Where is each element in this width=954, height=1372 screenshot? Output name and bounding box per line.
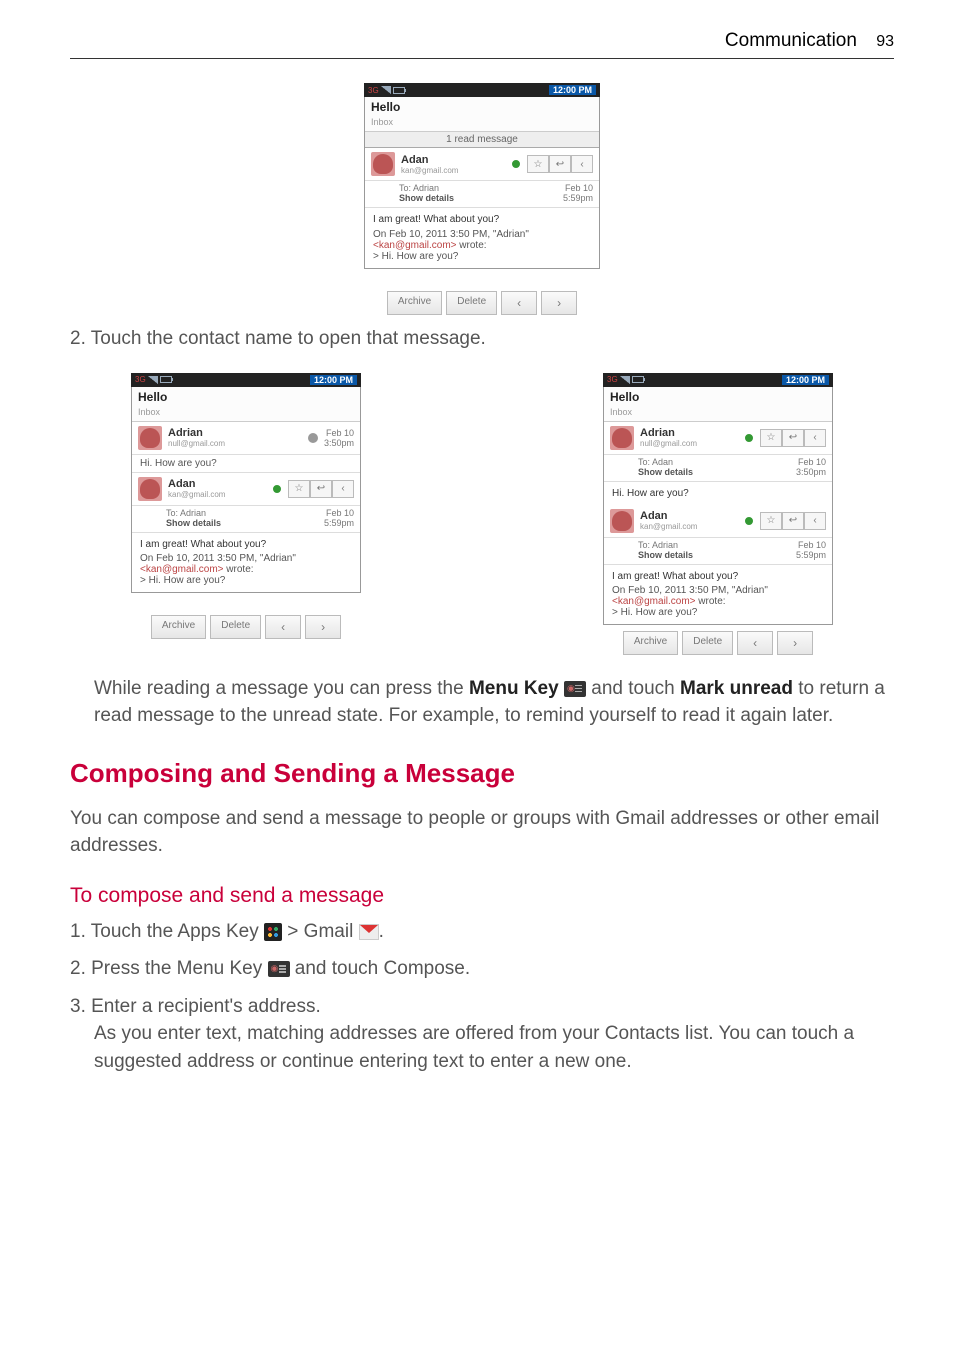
status-bar: 3G 12:00 PM bbox=[364, 83, 600, 97]
compose-step-1: 1. Touch the Apps Key > Gmail . bbox=[70, 918, 894, 946]
page-number: 93 bbox=[876, 33, 894, 50]
avatar bbox=[371, 152, 395, 176]
composing-intro: You can compose and send a message to pe… bbox=[70, 805, 894, 860]
screenshot-thread-list: 3G12:00 PM HelloInbox Adriannull@gmail.c… bbox=[131, 373, 361, 655]
more-button[interactable]: ‹ bbox=[571, 155, 593, 173]
page-header: Communication 93 bbox=[70, 30, 894, 59]
sender-row[interactable]: Adan kan@gmail.com ☆ ↩ ‹ bbox=[365, 148, 599, 181]
next-button[interactable]: › bbox=[541, 291, 577, 315]
screenshot-thread-expanded: 3G12:00 PM HelloInbox Adriannull@gmail.c… bbox=[603, 373, 833, 655]
email-subject: Hello Inbox bbox=[365, 97, 599, 132]
read-count-tab[interactable]: 1 read message bbox=[365, 132, 599, 148]
to-row[interactable]: To: AdrianShow details Feb 105:59pm bbox=[365, 181, 599, 208]
presence-icon bbox=[511, 159, 521, 169]
bottom-bar-detached: Archive Delete ‹ › bbox=[364, 291, 600, 315]
mark-unread-paragraph: While reading a message you can press th… bbox=[94, 675, 894, 730]
prev-button[interactable]: ‹ bbox=[501, 291, 537, 315]
delete-button[interactable]: Delete bbox=[446, 291, 497, 315]
expanded-adrian[interactable]: Adriannull@gmail.com ☆ ↩ ‹ bbox=[604, 422, 832, 455]
section-title: Communication bbox=[725, 30, 857, 51]
apps-key-icon bbox=[264, 923, 282, 941]
message-body: I am great! What about you? On Feb 10, 2… bbox=[365, 208, 599, 268]
screenshot-message-view: 3G 12:00 PM Hello Inbox 1 read message A… bbox=[364, 83, 600, 269]
reply-button[interactable]: ↩ bbox=[549, 155, 571, 173]
composing-heading: Composing and Sending a Message bbox=[70, 758, 894, 789]
star-button[interactable]: ☆ bbox=[527, 155, 549, 173]
archive-button[interactable]: Archive bbox=[387, 291, 442, 315]
compose-step-2: 2. Press the Menu Key and touch Compose. bbox=[70, 955, 894, 983]
menu-key-icon bbox=[564, 681, 586, 697]
to-compose-heading: To compose and send a message bbox=[70, 884, 894, 908]
thread-item-adrian[interactable]: Adriannull@gmail.com Feb 103:50pm bbox=[132, 422, 360, 455]
expanded-adan[interactable]: Adankan@gmail.com ☆ ↩ ‹ bbox=[604, 505, 832, 538]
gmail-icon bbox=[359, 924, 379, 940]
status-time: 12:00 PM bbox=[549, 85, 596, 95]
thread-item-adan[interactable]: Adankan@gmail.com ☆ ↩ ‹ bbox=[132, 473, 360, 506]
menu-key-icon bbox=[268, 961, 290, 977]
unread-dot-icon bbox=[308, 433, 318, 443]
compose-step-3: 3. Enter a recipient's address. As you e… bbox=[70, 993, 894, 1076]
step-2-text: 2. Touch the contact name to open that m… bbox=[70, 325, 894, 353]
